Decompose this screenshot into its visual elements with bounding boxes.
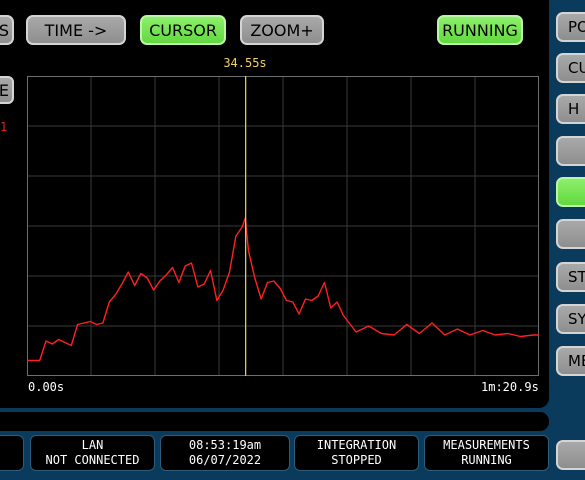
sidebar-button-me[interactable]: ME [556,346,585,376]
trend-chart[interactable] [27,76,539,376]
zoom-in-button[interactable]: ZOOM+ [240,15,324,45]
status-integration-value: STOPPED [331,453,382,467]
left-side-button[interactable]: E [0,76,14,104]
sidebar-button-6[interactable] [556,219,585,249]
sidebar-button-4[interactable] [556,136,585,166]
cursor-button[interactable]: CURSOR [140,15,226,45]
time-button[interactable]: TIME -> [26,15,126,45]
status-integration-title: INTEGRATION [316,438,397,452]
sidebar-button-bottom[interactable] [556,440,585,470]
cursor-time-readout: 34.55s [223,56,267,70]
status-datetime: 08:53:19am 06/07/2022 [160,435,290,471]
status-integration: INTEGRATION STOPPED [294,435,419,471]
sidebar-button-sy[interactable]: SY [556,304,585,334]
running-button[interactable]: RUNNING [437,15,523,45]
status-lan-title: LAN [81,438,104,452]
sidebar-button-active[interactable] [556,177,585,207]
status-measurements: MEASUREMENTS RUNNING [424,435,549,471]
status-lan-value: NOT CONNECTED [45,453,140,467]
horizontal-scrollbar[interactable] [0,412,549,431]
status-cell-offscreen [0,435,24,471]
x-axis-end-label: 1m:20.9s [481,380,539,394]
sidebar-button-po[interactable]: PO [556,12,585,42]
status-measurements-value: RUNNING [461,453,512,467]
sidebar-button-cur[interactable]: CUR [556,53,585,83]
status-time: 08:53:19am [188,438,262,452]
sidebar-button-h[interactable]: H [556,94,585,124]
x-axis-start-label: 0.00s [28,380,65,394]
offscreen-left-button[interactable]: S [0,15,14,45]
status-date: 06/07/2022 [188,453,262,467]
status-measurements-title: MEASUREMENTS [443,438,530,452]
status-lan: LAN NOT CONNECTED [30,435,155,471]
sidebar-button-st[interactable]: ST [556,262,585,292]
left-red-marker: 1 [0,120,8,134]
